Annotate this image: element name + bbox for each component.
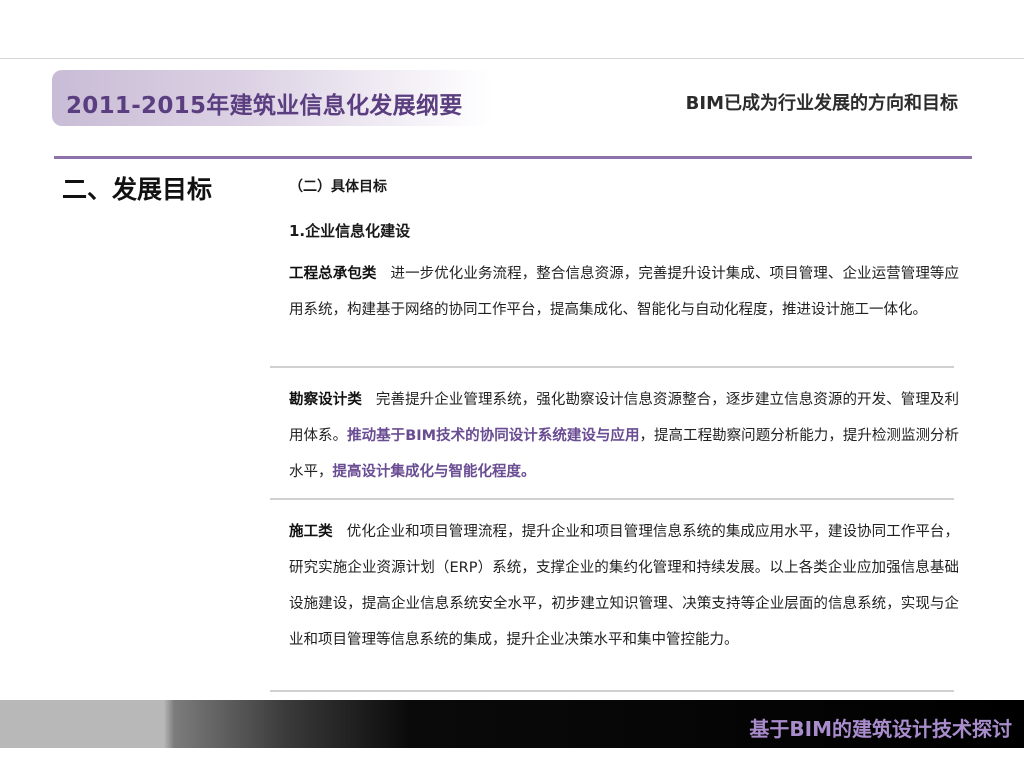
paragraph-text: 优化企业和项目管理流程，提升企业和项目管理信息系统的集成应用水平，建设协同工作平… <box>289 524 960 648</box>
paragraph-divider <box>270 690 954 692</box>
sub-heading: （二）具体目标 <box>289 179 387 195</box>
page-subtitle: BIM已成为行业发展的方向和目标 <box>685 93 958 114</box>
paragraph-lead: 勘察设计类 <box>289 392 362 408</box>
highlight-text: 提高设计集成化与智能化程度。 <box>332 464 536 480</box>
section-heading: 二、发展目标 <box>62 175 213 204</box>
header-rule <box>54 156 972 159</box>
paragraph-text: 进一步优化业务流程，整合信息资源，完善提升设计集成、项目管理、企业运营管理等应用… <box>289 266 960 318</box>
paragraph-construction: 施工类 优化企业和项目管理流程，提升企业和项目管理信息系统的集成应用水平，建设协同… <box>289 514 959 658</box>
paragraph-lead: 施工类 <box>289 524 333 540</box>
footer-title: 基于BIM的建筑设计技术探讨 <box>749 717 1012 741</box>
top-divider <box>0 58 1024 59</box>
item-heading: 1.企业信息化建设 <box>289 222 411 240</box>
highlight-text: 推动基于BIM技术的协同设计系统建设与应用 <box>347 428 640 444</box>
paragraph-divider <box>270 366 954 368</box>
page-title: 2011-2015年建筑业信息化发展纲要 <box>66 93 463 119</box>
paragraph-general-contractor: 工程总承包类 进一步优化业务流程，整合信息资源，完善提升设计集成、项目管理、企业运… <box>289 256 959 328</box>
paragraph-lead: 工程总承包类 <box>289 266 377 282</box>
paragraph-divider <box>270 498 954 500</box>
paragraph-survey-design: 勘察设计类 完善提升企业管理系统，强化勘察设计信息资源整合，逐步建立信息资源的开发… <box>289 382 959 490</box>
